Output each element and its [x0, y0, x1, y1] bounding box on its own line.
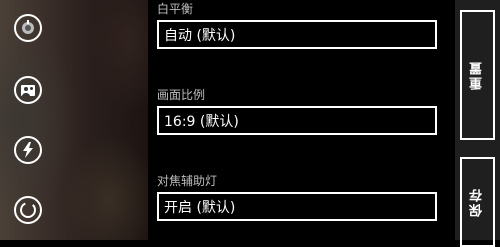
settings-panel: 白平衡 自动 (默认) 画面比例 16:9 (默认) 对焦辅助灯 开启 (默认)	[155, 0, 445, 240]
save-button[interactable]: 保存	[460, 157, 495, 247]
save-button-label: 保存	[470, 187, 485, 217]
camera-preview	[0, 0, 148, 240]
white-balance-label: 白平衡	[157, 2, 194, 16]
reset-button[interactable]: 重置	[460, 10, 495, 140]
aspect-ratio-select[interactable]: 16:9 (默认)	[157, 106, 437, 135]
aspect-ratio-value: 16:9 (默认)	[164, 113, 239, 130]
white-balance-select[interactable]: 自动 (默认)	[157, 20, 437, 49]
lens-toggle-icon	[22, 20, 34, 34]
focus-assist-light-value: 开启 (默认)	[164, 199, 236, 216]
white-balance-value: 自动 (默认)	[164, 27, 236, 44]
reset-button-label: 重置	[470, 60, 485, 90]
aspect-ratio-label: 画面比例	[157, 88, 206, 102]
focus-assist-light-select[interactable]: 开启 (默认)	[157, 192, 437, 221]
capture-icon	[20, 202, 36, 218]
lens-toggle-button[interactable]	[14, 14, 42, 42]
scene-mode-button[interactable]	[14, 76, 42, 104]
scene-mode-icon	[21, 85, 35, 96]
capture-button[interactable]	[14, 196, 42, 224]
focus-assist-light-label: 对焦辅助灯	[157, 174, 218, 188]
flash-button[interactable]	[14, 136, 42, 164]
flash-icon	[23, 142, 33, 158]
app-bar: 重置 保存	[455, 0, 500, 247]
